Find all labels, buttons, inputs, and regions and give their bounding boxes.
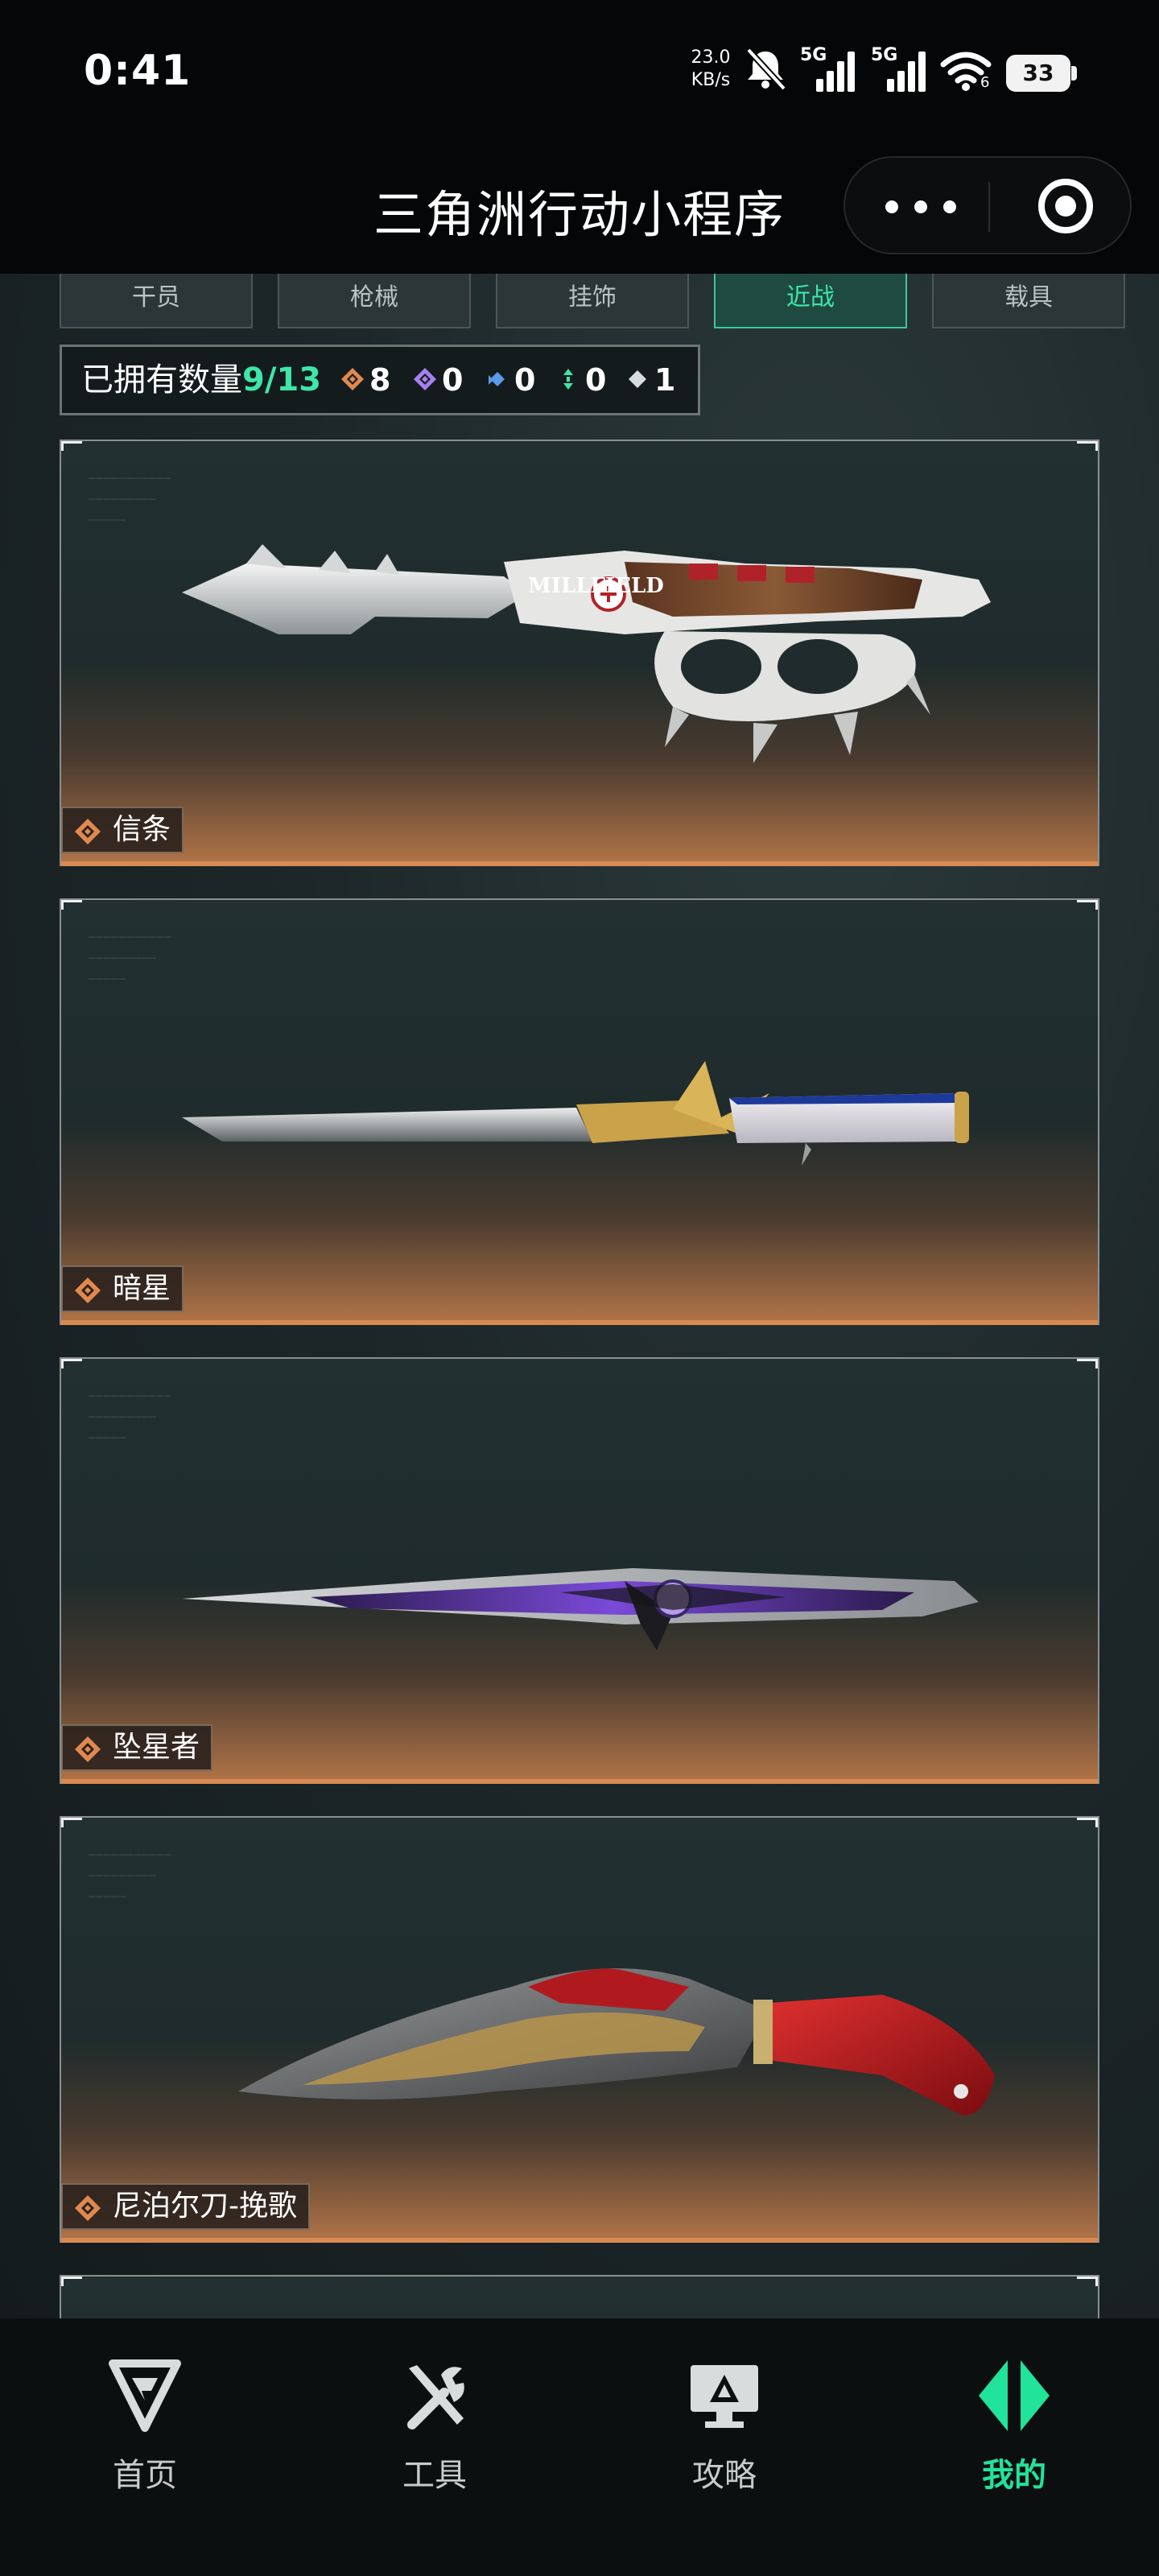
mute-bell-icon [746,47,786,91]
tab-vehicles[interactable]: 载具 [932,274,1125,328]
nav-tools[interactable]: 工具 [338,2357,531,2518]
tab-operators[interactable]: 干员 [60,274,253,328]
owned-label: 已拥有数量 [81,361,242,398]
miniprogram-capsule [843,156,1132,254]
signal-bars-2-icon [887,52,926,92]
net-speed-value: 23.0 [691,47,731,68]
owned-count: 9/13 [242,361,322,398]
item-card[interactable]: ─────────── ───────── ───── 暗星 [60,898,1099,1325]
home-logo-icon [109,2359,181,2432]
tools-icon [407,2365,464,2429]
purple-gem-icon [414,367,436,390]
bottom-nav: 首页 工具 攻略 我的 [0,2318,1159,2576]
collection-content: 干员 枪械 挂饰 近战 载具 已拥有数量9/13 8 0 0 0 1 ─────… [0,274,1159,2318]
item-name-label: 坠星者 [61,1724,213,1771]
battery-level: 33 [1022,60,1054,86]
item-card[interactable]: ─────────── ───────── ───── 坠星者 [60,1357,1099,1784]
battery-icon: 33 [1006,55,1077,92]
nav-home[interactable]: 首页 [48,2357,241,2518]
item-card[interactable]: ─────────── ───────── ───── MILLFIELD 信条 [60,440,1099,866]
guide-monitor-icon [691,2365,758,2428]
orange-gem-icon [341,367,364,390]
blue-gem-icon [489,371,505,386]
knife-engraving: MILLFIELD [528,574,664,598]
top-bar: 0:41 23.0 KB/s 5G 5G 6 33 三角洲行动小程序 [0,0,1159,274]
red-kukri-knife-image [238,1968,995,2116]
target-circle-icon[interactable] [1038,179,1093,233]
nav-profile[interactable]: 我的 [918,2357,1111,2518]
brass-knuckle-knife-image: MILLFIELD [182,544,991,763]
category-tabs: 干员 枪械 挂饰 近战 载具 [60,274,1127,328]
net-speed: 23.0 KB/s [683,47,739,92]
rarity-orange-count: 8 [340,347,390,413]
more-dots-icon[interactable] [885,193,958,221]
item-name-label: 暗星 [61,1265,184,1312]
gold-wing-dagger-image [182,1061,969,1166]
signal-bars-1-icon [816,52,855,92]
profile-logo-icon [979,2360,1050,2431]
orange-gem-icon [75,1278,101,1303]
status-time: 0:41 [84,47,192,95]
orange-gem-icon [75,2195,101,2221]
item-name-label: 尼泊尔刀-挽歌 [61,2183,310,2230]
owned-summary: 已拥有数量9/13 8 0 0 0 1 [60,345,700,415]
orange-gem-icon [75,1736,101,1762]
white-gem-icon [629,369,646,388]
nav-guide[interactable]: 攻略 [628,2357,821,2518]
rarity-white-count: 1 [625,347,675,413]
purple-blade-knife-image [182,1568,979,1650]
tab-melee[interactable]: 近战 [714,274,907,328]
tab-firearms[interactable]: 枪械 [278,274,471,328]
rarity-blue-count: 0 [485,347,535,413]
rarity-green-count: 0 [556,347,606,413]
wifi-label: 6 [980,74,990,91]
item-card[interactable] [60,2275,1099,2318]
net-speed-unit: KB/s [691,70,731,90]
rarity-purple-count: 0 [413,347,463,413]
status-bar: 0:41 23.0 KB/s 5G 5G 6 33 [0,0,1159,145]
item-name-label: 信条 [61,807,184,853]
green-gem-icon [563,368,573,390]
orange-gem-icon [75,819,101,844]
tab-charms[interactable]: 挂饰 [496,274,689,328]
item-card[interactable]: ─────────── ───────── ───── 尼泊尔刀-挽歌 [60,1816,1099,2243]
